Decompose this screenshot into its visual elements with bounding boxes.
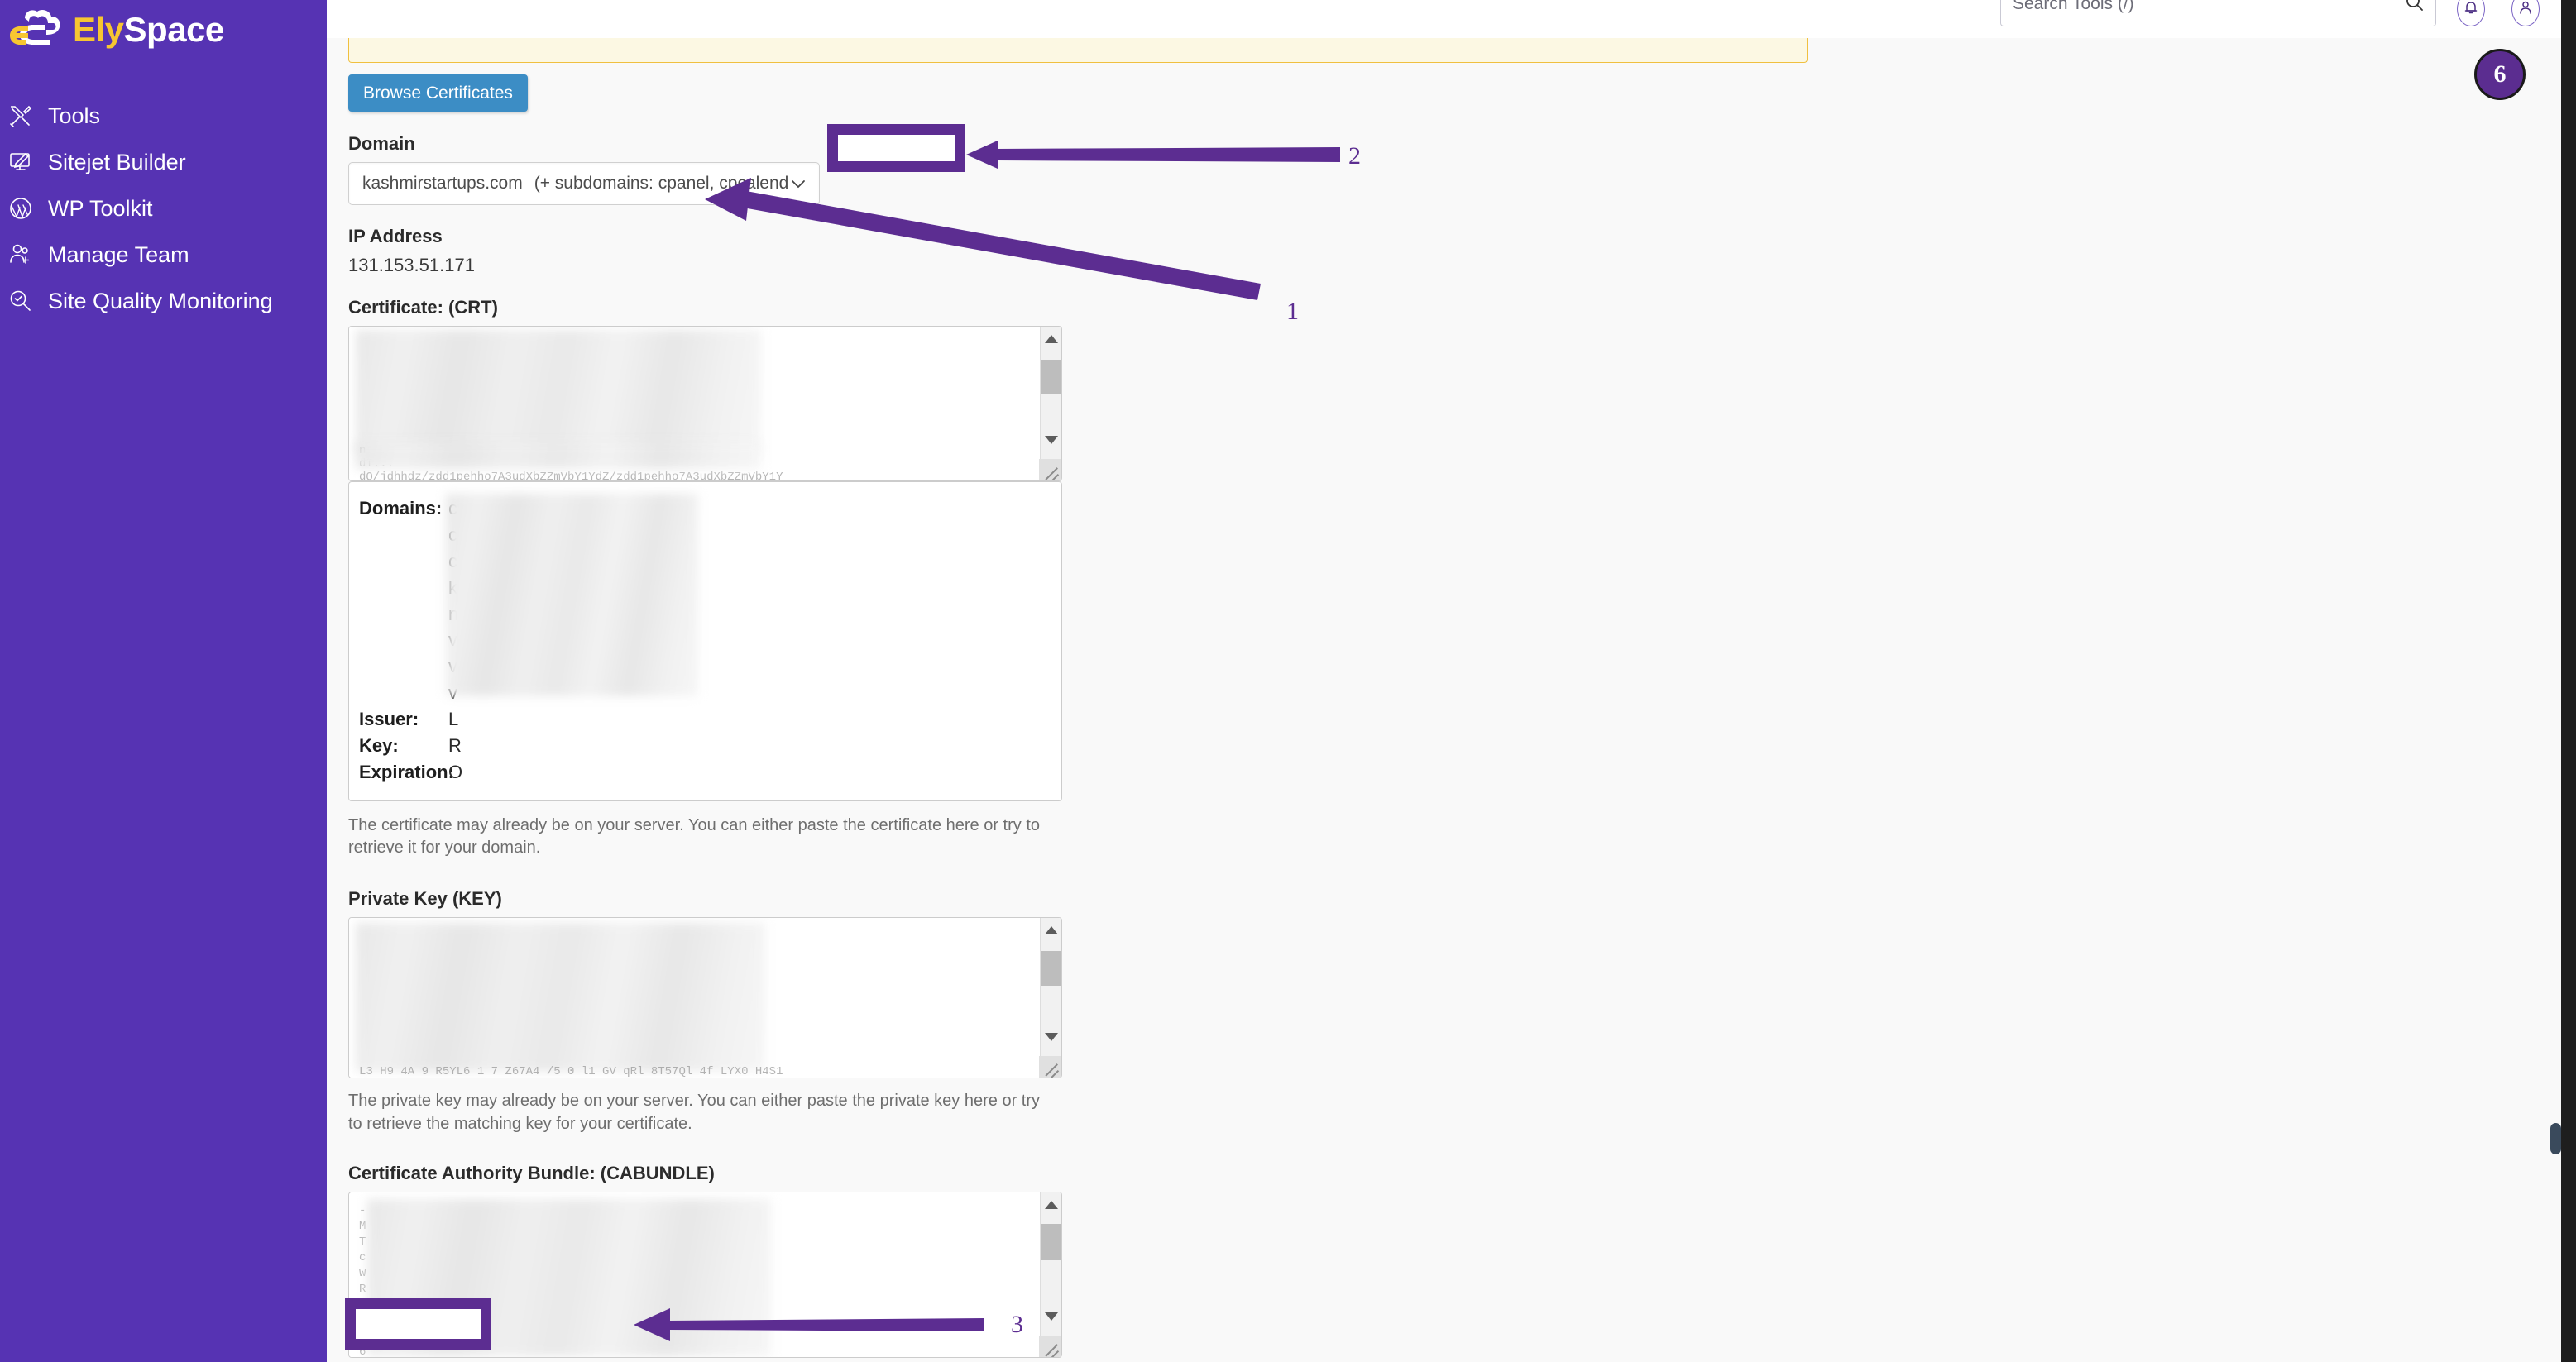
notifications-button[interactable] — [2457, 0, 2485, 26]
brand-logo[interactable]: ElySpace — [8, 7, 224, 53]
private-key-scrollbar[interactable] — [1040, 917, 1061, 1078]
textarea-resize-handle[interactable] — [1039, 459, 1061, 480]
cert-info-expiration-label: Expiration: — [359, 761, 454, 782]
brand-name-part2: Space — [123, 10, 225, 49]
step-badge-value: 6 — [2493, 60, 2507, 88]
sidebar-item-site-quality-monitoring[interactable]: Site Quality Monitoring — [0, 278, 327, 324]
cert-info-issuer-row: Issuer: L — [359, 706, 1061, 733]
certificate-crt-textarea[interactable]: n... dI... dQ/jdhhdz/zdd1pehho7A3udXbZZm… — [348, 326, 1062, 481]
textarea-resize-handle[interactable] — [1039, 1055, 1061, 1078]
redacted-overlay — [356, 330, 761, 454]
sidebar-item-label: WP Toolkit — [48, 195, 153, 221]
cert-info-key-row: Key: R — [359, 733, 1061, 759]
ca-text-line: c — [359, 1251, 366, 1265]
certificate-crt-content: n... dI... dQ/jdhhdz/zdd1pehho7A3udXbZZm… — [349, 327, 1061, 480]
redacted-overlay — [356, 442, 761, 469]
scrollbar-thumb[interactable] — [1041, 1224, 1061, 1261]
step-badge: 6 — [2474, 49, 2526, 100]
scroll-up-arrow-icon[interactable] — [1041, 328, 1061, 350]
scroll-down-arrow-icon[interactable] — [1041, 1026, 1061, 1048]
certificate-crt-scrollbar[interactable] — [1040, 327, 1061, 480]
sidebar-item-label: Sitejet Builder — [48, 149, 186, 174]
certificate-info-panel: Domains: c c c k n v v v Issuer: L Key: … — [348, 481, 1062, 801]
redacted-overlay — [356, 922, 765, 1072]
cert-info-expiration-row: Expiration: O — [359, 759, 1061, 786]
private-key-label: Private Key (KEY) — [348, 887, 502, 909]
sidebar-item-label: Tools — [48, 103, 101, 128]
top-header — [327, 0, 2576, 38]
cloud-logo-icon — [8, 7, 69, 53]
page-content: Browse Certificates Domain kashmirstartu… — [327, 38, 2576, 1362]
ca-text-line: W — [359, 1267, 366, 1281]
bell-icon — [2463, 0, 2479, 20]
sidebar-item-label: Manage Team — [48, 241, 189, 267]
sidebar-item-label: Site Quality Monitoring — [48, 288, 273, 313]
highlight-box-autofill — [827, 124, 965, 172]
cert-info-key-value: R — [448, 735, 462, 757]
brand-wordmark: ElySpace — [73, 12, 224, 47]
domain-select-value: kashmirstartups.com — [362, 174, 523, 193]
private-key-content: L3 H9 4A 9 R5YL6 1 7 Z67A4 /5 0 l1 GV qR… — [349, 917, 1061, 1078]
window-edge-strip — [2561, 0, 2576, 1362]
cabundle-label: Certificate Authority Bundle: (CABUNDLE) — [348, 1163, 715, 1184]
scroll-up-arrow-icon[interactable] — [1041, 1194, 1061, 1216]
scrollbar-thumb[interactable] — [1041, 360, 1061, 394]
cert-text-line: dQ/jdhhdz/zdd1pehho7A3udXbZZmVbY1YdZ/zdd… — [359, 471, 783, 481]
search-box[interactable] — [2000, 0, 2436, 26]
sidebar: ElySpace Tools Sitejet Builder WP Toolki… — [0, 0, 327, 1362]
notice-banner — [348, 38, 1808, 63]
private-key-help: The private key may already be on your s… — [348, 1091, 1041, 1133]
highlight-box-install — [345, 1298, 491, 1350]
annotation-number-1: 1 — [1286, 298, 1299, 325]
manage-team-icon — [7, 241, 35, 269]
certificate-crt-help: The certificate may already be on your s… — [348, 815, 1040, 858]
ca-text-line: M — [359, 1220, 366, 1234]
sidebar-item-sitejet-builder[interactable]: Sitejet Builder — [0, 139, 327, 185]
page-scrollbar-thumb[interactable] — [2550, 1123, 2561, 1154]
annotation-number-3: 3 — [1011, 1311, 1023, 1338]
cert-info-key-label: Key: — [359, 735, 399, 757]
user-account-icon — [2517, 0, 2534, 20]
textarea-resize-handle[interactable] — [1039, 1336, 1061, 1358]
cabundle-scrollbar[interactable] — [1040, 1192, 1061, 1358]
redacted-overlay — [446, 494, 698, 696]
scrollbar-thumb[interactable] — [1041, 950, 1061, 986]
user-account-button[interactable] — [2511, 0, 2540, 26]
key-text-line: L3 H9 4A 9 R5YL6 1 7 Z67A4 /5 0 l1 GV qR… — [359, 1064, 783, 1078]
search-icon[interactable] — [2406, 0, 2424, 16]
brand-name-part1: Ely — [73, 10, 124, 49]
wordpress-icon — [7, 194, 35, 222]
cert-info-expiration-value: O — [448, 761, 463, 782]
sidebar-item-manage-team[interactable]: Manage Team — [0, 232, 327, 278]
private-key-textarea[interactable]: L3 H9 4A 9 R5YL6 1 7 Z67A4 /5 0 l1 GV qR… — [348, 916, 1062, 1078]
sidebar-item-tools[interactable]: Tools — [0, 93, 327, 139]
cert-info-issuer-value: L — [448, 709, 459, 730]
annotation-number-2: 2 — [1348, 142, 1361, 170]
tools-icon — [7, 102, 35, 130]
ca-text-line: R — [359, 1283, 366, 1297]
scroll-down-arrow-icon[interactable] — [1041, 1306, 1061, 1327]
site-quality-monitoring-icon — [7, 287, 35, 315]
annotation-arrow-1 — [705, 178, 1261, 300]
cert-info-issuer-label: Issuer: — [359, 709, 419, 730]
sitejet-builder-icon — [7, 148, 35, 176]
browse-certificates-button[interactable]: Browse Certificates — [348, 74, 528, 112]
sidebar-item-wp-toolkit[interactable]: WP Toolkit — [0, 185, 327, 232]
ca-text-line: - — [359, 1204, 366, 1218]
annotation-arrow-3 — [634, 1308, 984, 1341]
search-input[interactable] — [2013, 0, 2406, 14]
scroll-down-arrow-icon[interactable] — [1041, 429, 1061, 451]
ca-text-line: T — [359, 1235, 366, 1250]
cert-info-domains-label: Domains: — [359, 498, 443, 519]
sidebar-nav: Tools Sitejet Builder WP Toolkit Manage … — [0, 93, 327, 324]
scroll-up-arrow-icon[interactable] — [1041, 920, 1061, 941]
annotation-arrow-2 — [966, 141, 1340, 169]
